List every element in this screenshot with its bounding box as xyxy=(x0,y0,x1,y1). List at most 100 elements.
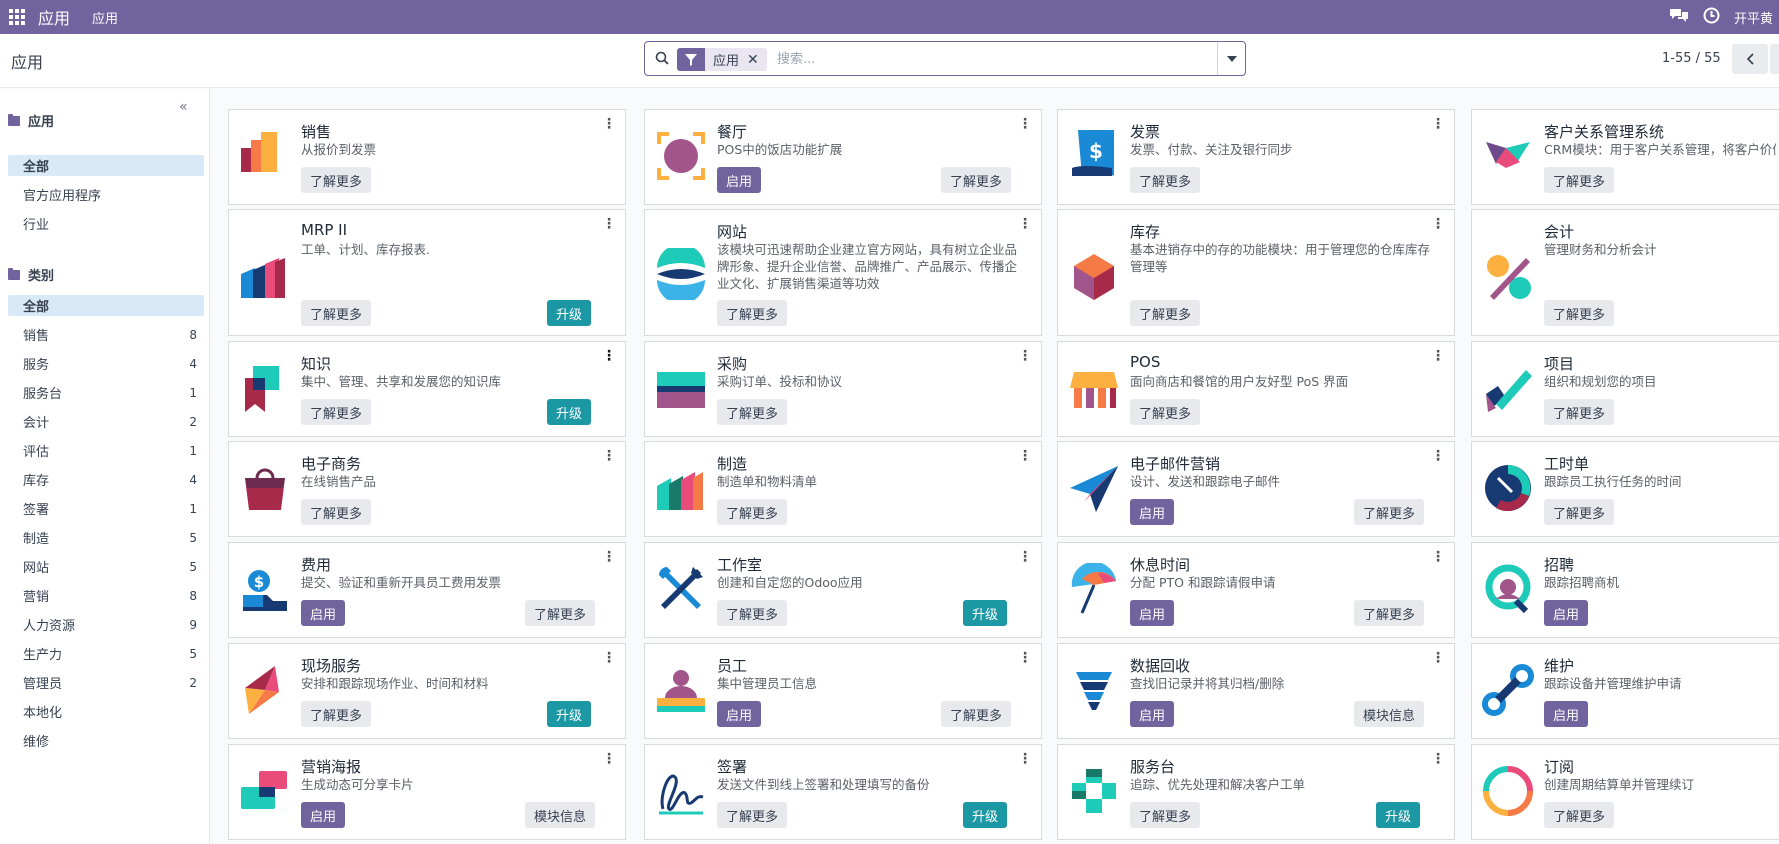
enable-button[interactable]: 启用 xyxy=(1130,600,1175,626)
learn-more-button[interactable]: 了解更多 xyxy=(1130,399,1201,425)
card-options-icon[interactable]: ⋮ xyxy=(1018,550,1032,564)
learn-more-button[interactable]: 了解更多 xyxy=(717,802,788,828)
app-card[interactable]: 工时单 跟踪员工执行任务的时间 了解更多 xyxy=(1471,441,1779,537)
learn-more-button[interactable]: 了解更多 xyxy=(525,600,596,626)
pager-value[interactable]: 1-55 / 55 xyxy=(1662,51,1721,66)
app-card[interactable]: 网站 该模块可迅速帮助企业建立官方网站，具有树立企业品牌形象、提升企业信誉、品牌… xyxy=(644,209,1042,336)
sidebar-category-item[interactable]: 营销 8 xyxy=(8,585,204,606)
app-card[interactable]: 维护 跟踪设备并管理维护申请 启用 xyxy=(1471,643,1779,739)
learn-more-button[interactable]: 了解更多 xyxy=(1544,399,1615,425)
app-card[interactable]: 制造 制造单和物料清单 ⋮ 了解更多 xyxy=(644,441,1042,537)
learn-more-button[interactable]: 了解更多 xyxy=(717,600,788,626)
module-info-button[interactable]: 模块信息 xyxy=(525,802,596,828)
enable-button[interactable]: 启用 xyxy=(301,802,346,828)
learn-more-button[interactable]: 了解更多 xyxy=(1130,300,1201,326)
card-options-icon[interactable]: ⋮ xyxy=(602,651,616,665)
sidebar-category-item[interactable]: 销售 8 xyxy=(8,324,204,345)
enable-button[interactable]: 启用 xyxy=(1544,600,1589,626)
app-card[interactable]: 数据回收 查找旧记录并将其归档/删除 ⋮ 启用 模块信息 xyxy=(1057,643,1455,739)
app-card[interactable]: $ 费用 提交、验证和重新开具员工费用发票 ⋮ 启用 了解更多 xyxy=(228,542,626,638)
search-bar[interactable]: 应用 ✕ xyxy=(644,41,1246,76)
card-options-icon[interactable]: ⋮ xyxy=(1018,651,1032,665)
learn-more-button[interactable]: 了解更多 xyxy=(1544,802,1615,828)
card-options-icon[interactable]: ⋮ xyxy=(1018,752,1032,766)
app-card[interactable]: 营销海报 生成动态可分享卡片 ⋮ 启用 模块信息 xyxy=(228,744,626,840)
app-card[interactable]: 销售 从报价到发票 ⋮ 了解更多 xyxy=(228,109,626,205)
upgrade-button[interactable]: 升级 xyxy=(547,300,592,326)
learn-more-button[interactable]: 了解更多 xyxy=(301,167,372,193)
card-options-icon[interactable]: ⋮ xyxy=(602,217,616,231)
chat-icon[interactable] xyxy=(1669,7,1689,27)
card-options-icon[interactable]: ⋮ xyxy=(1431,550,1445,564)
card-options-icon[interactable]: ⋮ xyxy=(1431,752,1445,766)
app-card[interactable]: 项目 组织和规划您的项目 了解更多 xyxy=(1471,341,1779,437)
learn-more-button[interactable]: 了解更多 xyxy=(1130,802,1201,828)
app-card[interactable]: 餐厅 POS中的饭店功能扩展 ⋮ 启用 了解更多 xyxy=(644,109,1042,205)
sidebar-category-item[interactable]: 生产力 5 xyxy=(8,643,204,664)
sidebar-category-item[interactable]: 服务台 1 xyxy=(8,382,204,403)
learn-more-button[interactable]: 了解更多 xyxy=(717,399,788,425)
sidebar-collapse-button[interactable]: « xyxy=(179,99,188,115)
learn-more-button[interactable]: 了解更多 xyxy=(301,499,372,525)
card-options-icon[interactable]: ⋮ xyxy=(1431,651,1445,665)
module-info-button[interactable]: 模块信息 xyxy=(1354,701,1425,727)
card-options-icon[interactable]: ⋮ xyxy=(602,550,616,564)
app-card[interactable]: 库存 基本进销存中的存的功能模块：用于管理您的仓库库存管理等 ⋮ 了解更多 xyxy=(1057,209,1455,336)
card-options-icon[interactable]: ⋮ xyxy=(602,117,616,131)
sidebar-category-item[interactable]: 人力资源 9 xyxy=(8,614,204,635)
app-card[interactable]: 电子邮件营销 设计、发送和跟踪电子邮件 ⋮ 启用 了解更多 xyxy=(1057,441,1455,537)
app-card[interactable]: POS 面向商店和餐馆的用户友好型 PoS 界面 ⋮ 了解更多 xyxy=(1057,341,1455,437)
app-card[interactable]: 订阅 创建周期结算单并管理续订 了解更多 xyxy=(1471,744,1779,840)
brand-title[interactable]: 应用 xyxy=(38,5,70,29)
learn-more-button[interactable]: 了解更多 xyxy=(1544,499,1615,525)
app-card[interactable]: 招聘 跟踪招聘商机 启用 xyxy=(1471,542,1779,638)
sidebar-category-item[interactable]: 全部 xyxy=(8,295,204,316)
sidebar-category-item[interactable]: 本地化 xyxy=(8,701,204,722)
app-card[interactable]: 服务台 追踪、优先处理和解决客户工单 ⋮ 了解更多 升级 xyxy=(1057,744,1455,840)
sidebar-apps-item[interactable]: 官方应用程序 xyxy=(8,184,204,205)
sidebar-category-item[interactable]: 会计 2 xyxy=(8,411,204,432)
card-options-icon[interactable]: ⋮ xyxy=(1018,349,1032,363)
enable-button[interactable]: 启用 xyxy=(1544,701,1589,727)
sidebar-apps-item[interactable]: 全部 xyxy=(8,155,204,176)
app-card[interactable]: 现场服务 安排和跟踪现场作业、时间和材料 ⋮ 了解更多 升级 xyxy=(228,643,626,739)
learn-more-button[interactable]: 了解更多 xyxy=(941,167,1012,193)
learn-more-button[interactable]: 了解更多 xyxy=(1130,167,1201,193)
app-card[interactable]: 客户关系管理系统 CRM模块：用于客户关系管理，将客户价值 了解更多 xyxy=(1471,109,1779,205)
upgrade-button[interactable]: 升级 xyxy=(547,399,592,425)
search-options-toggle[interactable] xyxy=(1217,42,1245,75)
pager-previous-button[interactable] xyxy=(1732,44,1768,74)
card-options-icon[interactable]: ⋮ xyxy=(1431,217,1445,231)
sidebar-category-item[interactable]: 评估 1 xyxy=(8,440,204,461)
card-options-icon[interactable]: ⋮ xyxy=(1431,449,1445,463)
learn-more-button[interactable]: 了解更多 xyxy=(941,701,1012,727)
app-card[interactable]: $ 发票 发票、付款、关注及银行同步 ⋮ 了解更多 xyxy=(1057,109,1455,205)
enable-button[interactable]: 启用 xyxy=(717,167,762,193)
app-card[interactable]: 电子商务 在线销售产品 ⋮ 了解更多 xyxy=(228,441,626,537)
enable-button[interactable]: 启用 xyxy=(301,600,346,626)
card-options-icon[interactable]: ⋮ xyxy=(602,349,616,363)
sidebar-apps-item[interactable]: 行业 xyxy=(8,213,204,234)
facet-remove-icon[interactable]: ✕ xyxy=(747,52,767,68)
sidebar-category-item[interactable]: 管理员 2 xyxy=(8,672,204,693)
card-options-icon[interactable]: ⋮ xyxy=(1431,349,1445,363)
learn-more-button[interactable]: 了解更多 xyxy=(1544,300,1615,326)
enable-button[interactable]: 启用 xyxy=(1130,701,1175,727)
enable-button[interactable]: 启用 xyxy=(1130,499,1175,525)
app-card[interactable]: 员工 集中管理员工信息 ⋮ 启用 了解更多 xyxy=(644,643,1042,739)
app-card[interactable]: 签署 发送文件到线上签署和处理填写的备份 ⋮ 了解更多 升级 xyxy=(644,744,1042,840)
card-options-icon[interactable]: ⋮ xyxy=(1018,217,1032,231)
learn-more-button[interactable]: 了解更多 xyxy=(301,701,372,727)
learn-more-button[interactable]: 了解更多 xyxy=(1354,499,1425,525)
card-options-icon[interactable]: ⋮ xyxy=(602,752,616,766)
search-input[interactable] xyxy=(777,46,1137,72)
app-card[interactable]: MRP II 工单、计划、库存报表. ⋮ 了解更多 升级 xyxy=(228,209,626,336)
card-options-icon[interactable]: ⋮ xyxy=(1018,117,1032,131)
learn-more-button[interactable]: 了解更多 xyxy=(717,300,788,326)
app-menu-icon[interactable] xyxy=(0,0,34,34)
upgrade-button[interactable]: 升级 xyxy=(963,600,1008,626)
app-card[interactable]: 工作室 创建和自定您的Odoo应用 ⋮ 了解更多 升级 xyxy=(644,542,1042,638)
card-options-icon[interactable]: ⋮ xyxy=(1018,449,1032,463)
upgrade-button[interactable]: 升级 xyxy=(547,701,592,727)
app-card[interactable]: 知识 集中、管理、共享和发展您的知识库 ⋮ 了解更多 升级 xyxy=(228,341,626,437)
